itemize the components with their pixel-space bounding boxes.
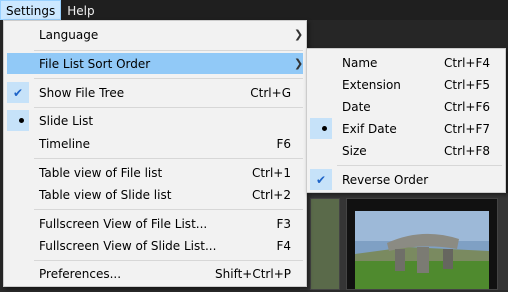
radio-dot-icon <box>322 126 327 131</box>
sort-item-reverse-order[interactable]: ✔ Reverse Order <box>310 169 502 190</box>
menubar-settings[interactable]: Settings <box>0 0 62 20</box>
shortcut-text: F3 <box>276 216 291 231</box>
chevron-right-icon: ❯ <box>294 28 304 41</box>
sort-item-exif-date-label: Exif Date <box>342 121 397 136</box>
menu-item-preferences-label: Preferences... <box>39 266 122 281</box>
menu-item-language-label: Language <box>39 27 99 42</box>
sort-item-date[interactable]: Date Ctrl+F6 <box>310 96 502 117</box>
checkmark-icon: ✔ <box>12 85 24 100</box>
menu-item-show-file-tree[interactable]: ✔ Show File Tree Ctrl+G <box>7 82 303 103</box>
shortcut-text: Ctrl+F7 <box>444 121 490 136</box>
separator <box>34 158 303 159</box>
sort-item-name-label: Name <box>342 55 378 70</box>
menu-item-timeline[interactable]: Timeline F6 <box>7 133 303 154</box>
checkmark-icon: ✔ <box>315 172 327 187</box>
menu-item-table-view-slide-list[interactable]: Table view of Slide list Ctrl+2 <box>7 184 303 205</box>
sort-item-size-label: Size <box>342 143 367 158</box>
shortcut-text: Shift+Ctrl+P <box>215 266 291 281</box>
menu-item-timeline-label: Timeline <box>39 136 91 151</box>
separator <box>34 50 303 51</box>
menu-item-table-slide-label: Table view of Slide list <box>39 187 172 202</box>
sort-item-exif-date[interactable]: Exif Date Ctrl+F7 <box>310 118 502 139</box>
menu-item-slide-list-label: Slide List <box>39 113 94 128</box>
menu-item-fullscreen-file-list[interactable]: Fullscreen View of File List... F3 <box>7 213 303 234</box>
shortcut-text: Ctrl+G <box>250 85 291 100</box>
menu-item-language[interactable]: Language ❯ <box>7 24 303 45</box>
sort-item-name[interactable]: Name Ctrl+F4 <box>310 52 502 73</box>
menu-item-show-file-tree-label: Show File Tree <box>39 85 125 100</box>
shortcut-text: Ctrl+F6 <box>444 99 490 114</box>
sort-item-reverse-order-label: Reverse Order <box>342 172 429 187</box>
menu-item-slide-list[interactable]: Slide List <box>7 110 303 131</box>
sort-item-size[interactable]: Size Ctrl+F8 <box>310 140 502 161</box>
separator <box>337 165 502 166</box>
thumbnail-left[interactable] <box>310 198 340 290</box>
menu-item-preferences[interactable]: Preferences... Shift+Ctrl+P <box>7 263 303 284</box>
shortcut-text: F4 <box>276 238 291 253</box>
separator <box>34 78 303 79</box>
separator <box>34 107 303 108</box>
menubar-help[interactable]: Help <box>61 0 100 20</box>
sort-item-extension[interactable]: Extension Ctrl+F5 <box>310 74 502 95</box>
menu-item-fullscreen-slide-list[interactable]: Fullscreen View of Slide List... F4 <box>7 235 303 256</box>
sort-item-extension-label: Extension <box>342 77 401 92</box>
shortcut-text: Ctrl+F8 <box>444 143 490 158</box>
dolmen-photo <box>355 211 489 289</box>
shortcut-text: Ctrl+2 <box>251 187 291 202</box>
separator <box>34 209 303 210</box>
menu-bar: Settings Help <box>0 0 508 20</box>
menu-item-fullscreen-slide-label: Fullscreen View of Slide List... <box>39 238 217 253</box>
shortcut-text: Ctrl+F5 <box>444 77 490 92</box>
sort-order-submenu: Name Ctrl+F4 Extension Ctrl+F5 Date Ctrl… <box>306 48 506 193</box>
menu-item-table-file-label: Table view of File list <box>39 165 163 180</box>
sort-item-date-label: Date <box>342 99 371 114</box>
settings-menu: Language ❯ File List Sort Order ❯ ✔ Show… <box>3 20 307 287</box>
radio-dot-icon <box>19 118 24 123</box>
menu-item-file-list-sort-order[interactable]: File List Sort Order ❯ <box>7 53 303 74</box>
chevron-right-icon: ❯ <box>294 57 304 70</box>
menu-item-sort-order-label: File List Sort Order <box>39 56 151 71</box>
menu-item-fullscreen-file-label: Fullscreen View of File List... <box>39 216 208 231</box>
shortcut-text: Ctrl+F4 <box>444 55 490 70</box>
thumbnail-dolmen[interactable] <box>346 198 498 290</box>
separator <box>34 260 303 261</box>
shortcut-text: Ctrl+1 <box>251 165 291 180</box>
menu-item-table-view-file-list[interactable]: Table view of File list Ctrl+1 <box>7 162 303 183</box>
shortcut-text: F6 <box>276 136 291 151</box>
